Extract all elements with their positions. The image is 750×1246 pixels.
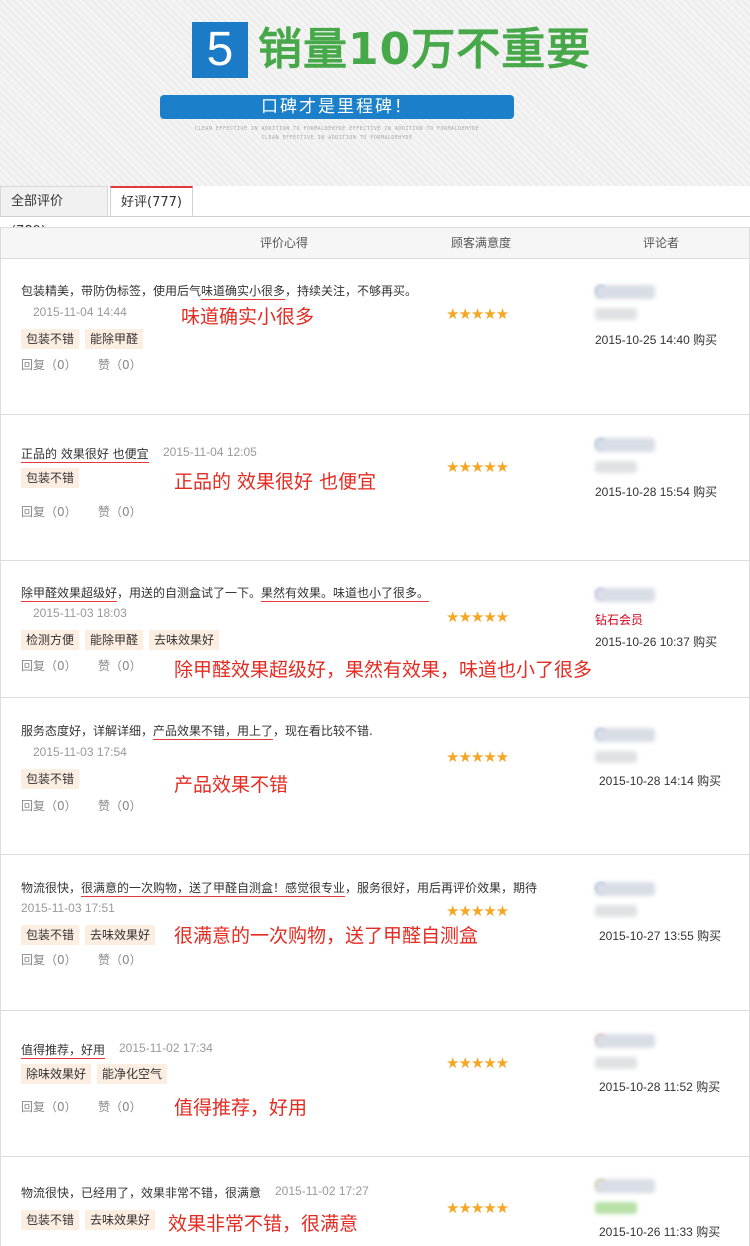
review-tag: 除味效果好 [21, 1064, 92, 1084]
review-date: 2015-11-04 14:44 [33, 305, 127, 319]
highlight-note: 很满意的一次购物，送了甲醛自测盒 [174, 925, 479, 947]
highlight-note: 值得推荐，好用 [174, 1097, 308, 1119]
purchase-date: 2015-10-26 11:33 购买 [599, 1225, 721, 1239]
highlight-note: 味道确实小很多 [181, 306, 315, 328]
review-tag: 去味效果好 [85, 925, 156, 945]
review-tag: 能除甲醛 [85, 630, 144, 650]
rating-stars: ★★★★★ [446, 608, 509, 626]
banner-subline: 口碑才是里程碑！ [160, 95, 514, 119]
reviewer-level-blurred [595, 461, 637, 473]
reviewer-name-blurred [595, 728, 655, 742]
review-date: 2015-11-03 17:51 [21, 901, 115, 915]
review-row: 物流很快，已经用了，效果非常不错，很满意 2015-11-02 17:27 包装… [1, 1157, 749, 1246]
reply-link[interactable]: 回复（0） [21, 503, 77, 520]
banner-fine-print: CLEAN EFFECTIVE IN ADDITION TO FORMALDEH… [261, 135, 413, 141]
review-row: 值得推荐，好用 2015-11-02 17:34 除味效果好 能净化空气 回复（… [1, 1011, 749, 1157]
rating-stars: ★★★★★ [446, 1199, 509, 1217]
review-tag: 包装不错 [21, 1210, 80, 1230]
rating-stars: ★★★★★ [446, 902, 509, 920]
review-row: 除甲醛效果超级好，用送的自测盒试了一下。果然有效果。味道也小了很多。 2015-… [1, 561, 749, 698]
like-link[interactable]: 赞（0） [98, 657, 142, 674]
purchase-date: 2015-10-27 13:55 购买 [599, 929, 722, 943]
section-number-badge: 5 [192, 22, 248, 78]
column-header-rating: 顾客满意度 [451, 236, 512, 250]
purchase-date: 2015-10-25 14:40 购买 [595, 333, 718, 347]
review-tag: 包装不错 [21, 329, 80, 349]
review-tag: 能净化空气 [97, 1064, 168, 1084]
review-text: 物流很快，很满意的一次购物，送了甲醛自测盒！感觉很专业，服务很好，用后再评价效果… [21, 881, 538, 897]
purchase-date: 2015-10-28 14:14 购买 [599, 774, 722, 788]
review-tag: 能除甲醛 [85, 329, 144, 349]
like-link[interactable]: 赞（0） [98, 503, 142, 520]
review-row: 物流很快，很满意的一次购物，送了甲醛自测盒！感觉很专业，服务很好，用后再评价效果… [1, 855, 749, 1011]
review-text: 值得推荐，好用 [21, 1043, 106, 1059]
reviewer-name-blurred [595, 1034, 655, 1048]
review-row: 正品的 效果很好 也便宜 2015-11-04 12:05 包装不错 回复（0）… [1, 415, 749, 561]
member-level: 钻石会员 [595, 613, 644, 627]
review-date: 2015-11-02 17:27 [275, 1184, 369, 1198]
rating-stars: ★★★★★ [446, 748, 509, 766]
reviewer-name-blurred [595, 588, 655, 602]
review-tag: 包装不错 [21, 769, 80, 789]
review-date: 2015-11-04 12:05 [163, 445, 257, 459]
purchase-date: 2015-10-28 11:52 购买 [599, 1080, 721, 1094]
review-tag: 包装不错 [21, 468, 80, 488]
review-tag: 包装不错 [21, 925, 80, 945]
highlight-note: 效果非常不错，很满意 [168, 1213, 359, 1235]
tab-good-reviews[interactable]: 好评(777) [110, 186, 193, 216]
reviewer-level-blurred [595, 1202, 637, 1214]
column-header-reviewer: 评论者 [643, 236, 680, 250]
review-tag: 去味效果好 [85, 1210, 156, 1230]
table-header: 评价心得 顾客满意度 评论者 [1, 227, 749, 259]
like-link[interactable]: 赞（0） [98, 1098, 142, 1115]
reply-link[interactable]: 回复（0） [21, 356, 77, 373]
reviewer-level-blurred [595, 308, 637, 320]
review-row: 包装精美，带防伪标签，使用后气味道确实小很多，持续关注，不够再买。 2015-1… [1, 258, 749, 415]
like-link[interactable]: 赞（0） [98, 951, 142, 968]
reviewer-name-blurred [595, 285, 655, 299]
reviewer-level-blurred [595, 751, 637, 763]
review-tag: 去味效果好 [149, 630, 220, 650]
reply-link[interactable]: 回复（0） [21, 1098, 77, 1115]
reviewer-name-blurred [595, 1179, 655, 1193]
banner-fine-print: CLEAN EFFECTIVE IN ADDITION TO FORMALDEH… [194, 126, 480, 132]
review-date: 2015-11-03 18:03 [33, 606, 127, 620]
banner-headline: 销量10万不重要 [258, 24, 592, 75]
column-header-content: 评价心得 [260, 236, 309, 250]
highlight-note: 正品的 效果很好 也便宜 [174, 471, 377, 493]
purchase-date: 2015-10-28 15:54 购买 [595, 485, 718, 499]
reply-link[interactable]: 回复（0） [21, 951, 77, 968]
highlight-note: 除甲醛效果超级好，果然有效果，味道也小了很多 [174, 659, 593, 681]
promo-banner: 5 销量10万不重要 口碑才是里程碑！ CLEAN EFFECTIVE IN A… [0, 0, 750, 186]
review-text: 物流很快，已经用了，效果非常不错，很满意 [21, 1186, 262, 1200]
purchase-date: 2015-10-26 10:37 购买 [595, 635, 718, 649]
review-tabs: 全部评价(789) 好评(777) [0, 186, 750, 239]
rating-stars: ★★★★★ [446, 1054, 509, 1072]
reviewer-level-blurred [595, 905, 637, 917]
reviewer-name-blurred [595, 882, 655, 896]
rating-stars: ★★★★★ [446, 305, 509, 323]
like-link[interactable]: 赞（0） [98, 797, 142, 814]
rating-stars: ★★★★★ [446, 458, 509, 476]
reply-link[interactable]: 回复（0） [21, 657, 77, 674]
highlight-note: 产品效果不错 [174, 774, 289, 796]
review-tag: 检测方便 [21, 630, 80, 650]
reviewer-name-blurred [595, 438, 655, 452]
review-text: 包装精美，带防伪标签，使用后气味道确实小很多，持续关注，不够再买。 [21, 284, 418, 300]
review-date: 2015-11-02 17:34 [119, 1041, 213, 1055]
tab-all-reviews[interactable]: 全部评价(789) [0, 186, 108, 239]
review-text: 正品的 效果很好 也便宜 [21, 447, 149, 463]
review-table: 评价心得 顾客满意度 评论者 包装精美，带防伪标签，使用后气味道确实小很多，持续… [0, 227, 750, 1246]
reviewer-level-blurred [595, 1057, 637, 1069]
review-text: 除甲醛效果超级好，用送的自测盒试了一下。果然有效果。味道也小了很多。 [21, 586, 430, 602]
review-row: 服务态度好，详解详细，产品效果不错，用上了，现在看比较不错. 2015-11-0… [1, 698, 749, 855]
reply-link[interactable]: 回复（0） [21, 797, 77, 814]
review-date: 2015-11-03 17:54 [33, 745, 127, 759]
like-link[interactable]: 赞（0） [98, 356, 142, 373]
review-text: 服务态度好，详解详细，产品效果不错，用上了，现在看比较不错. [21, 724, 373, 740]
